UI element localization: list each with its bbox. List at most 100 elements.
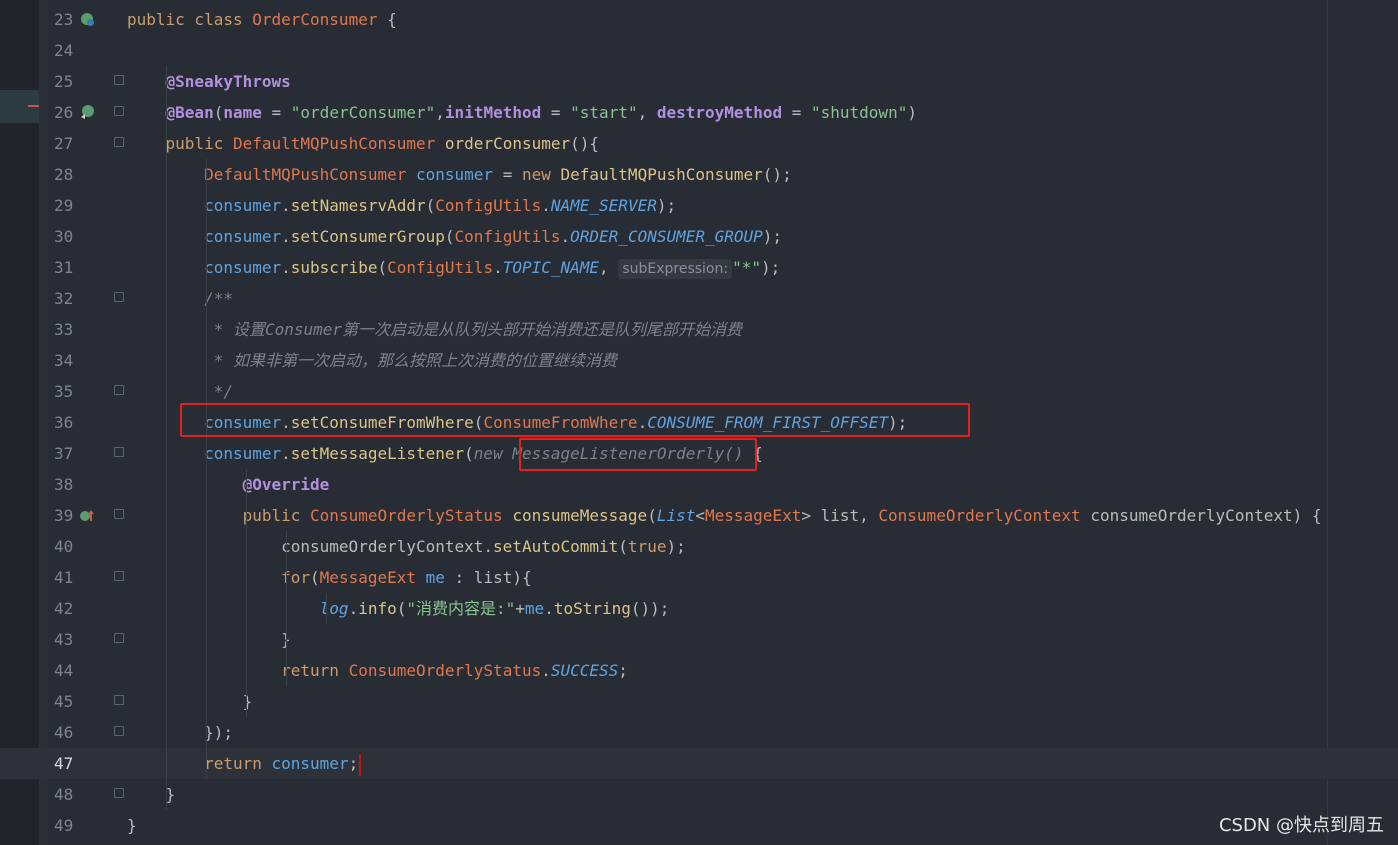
fold-toggle-icon[interactable]: [114, 509, 124, 519]
line-number[interactable]: 48: [48, 779, 84, 810]
line-number[interactable]: 38: [48, 469, 84, 500]
code-line-48[interactable]: 48 }: [0, 779, 1398, 810]
line-number[interactable]: 31: [48, 252, 84, 283]
line-number[interactable]: 43: [48, 624, 84, 655]
code-line-23[interactable]: 23 public class OrderConsumer {: [0, 4, 1398, 35]
code-line-31[interactable]: 31 consumer.subscribe(ConfigUtils.TOPIC_…: [0, 252, 1398, 283]
parameter-hint: subExpression:: [618, 259, 733, 279]
code-text[interactable]: }: [127, 686, 253, 717]
code-line-41[interactable]: 41 for(MessageExt me : list){: [0, 562, 1398, 593]
code-text[interactable]: consumer.setConsumerGroup(ConfigUtils.OR…: [127, 221, 782, 252]
line-number[interactable]: 24: [48, 35, 84, 66]
line-number[interactable]: 49: [48, 810, 84, 841]
fold-toggle-icon[interactable]: [114, 75, 124, 85]
line-number[interactable]: 47: [48, 748, 84, 779]
code-text[interactable]: public class OrderConsumer {: [127, 4, 397, 35]
line-number[interactable]: 44: [48, 655, 84, 686]
line-number[interactable]: 26: [48, 97, 84, 128]
code-line-30[interactable]: 30 consumer.setConsumerGroup(ConfigUtils…: [0, 221, 1398, 252]
code-line-29[interactable]: 29 consumer.setNamesrvAddr(ConfigUtils.N…: [0, 190, 1398, 221]
indent-guide-line: [286, 531, 287, 686]
code-line-34[interactable]: 34 * 如果非第一次启动，那么按照上次消费的位置继续消费: [0, 345, 1398, 376]
fold-toggle-icon[interactable]: [114, 292, 124, 302]
code-line-40[interactable]: 40 consumeOrderlyContext.setAutoCommit(t…: [0, 531, 1398, 562]
code-line-46[interactable]: 46 });: [0, 717, 1398, 748]
code-text[interactable]: }: [127, 624, 291, 655]
indent-guide-line: [166, 66, 167, 810]
line-number[interactable]: 41: [48, 562, 84, 593]
line-number[interactable]: 36: [48, 407, 84, 438]
code-line-45[interactable]: 45 }: [0, 686, 1398, 717]
code-line-49[interactable]: 49}: [0, 810, 1398, 841]
bean-class-icon[interactable]: [80, 12, 95, 27]
line-number[interactable]: 32: [48, 283, 84, 314]
code-text[interactable]: consumer.setNamesrvAddr(ConfigUtils.NAME…: [127, 190, 676, 221]
code-line-43[interactable]: 43 }: [0, 624, 1398, 655]
fold-toggle-icon[interactable]: [114, 385, 124, 395]
code-text[interactable]: log.info("消费内容是:"+me.toString());: [127, 593, 670, 624]
highlight-box-message-listener-orderly: [519, 438, 757, 471]
bean-method-icon[interactable]: [80, 105, 95, 120]
line-number[interactable]: 34: [48, 345, 84, 376]
code-line-26[interactable]: 26 @Bean(name = "orderConsumer",initMeth…: [0, 97, 1398, 128]
fold-toggle-icon[interactable]: [114, 788, 124, 798]
line-number[interactable]: 35: [48, 376, 84, 407]
code-text[interactable]: return ConsumeOrderlyStatus.SUCCESS;: [127, 655, 628, 686]
code-text[interactable]: DefaultMQPushConsumer consumer = new Def…: [127, 159, 792, 190]
code-line-28[interactable]: 28 DefaultMQPushConsumer consumer = new …: [0, 159, 1398, 190]
line-number[interactable]: 37: [48, 438, 84, 469]
fold-toggle-icon[interactable]: [114, 106, 124, 116]
text-caret: [359, 753, 362, 776]
code-text[interactable]: }: [127, 779, 176, 810]
override-method-icon[interactable]: [80, 508, 95, 523]
code-line-27[interactable]: 27 public DefaultMQPushConsumer orderCon…: [0, 128, 1398, 159]
line-number[interactable]: 29: [48, 190, 84, 221]
fold-toggle-icon[interactable]: [114, 571, 124, 581]
code-text[interactable]: return consumer;: [127, 748, 362, 779]
fold-toggle-icon[interactable]: [114, 447, 124, 457]
code-line-32[interactable]: 32 /**: [0, 283, 1398, 314]
line-number[interactable]: 40: [48, 531, 84, 562]
code-line-44[interactable]: 44 return ConsumeOrderlyStatus.SUCCESS;: [0, 655, 1398, 686]
line-number[interactable]: 46: [48, 717, 84, 748]
code-text[interactable]: * 设置Consumer第一次启动是从队列头部开始消费还是队列尾部开始消费: [127, 314, 742, 345]
code-text[interactable]: consumer.subscribe(ConfigUtils.TOPIC_NAM…: [127, 252, 780, 285]
highlight-box-consume-from-where: [180, 403, 970, 437]
code-text[interactable]: for(MessageExt me : list){: [127, 562, 531, 593]
watermark: CSDN @快点到周五: [1218, 815, 1384, 836]
line-number[interactable]: 27: [48, 128, 84, 159]
line-number[interactable]: 39: [48, 500, 84, 531]
line-number[interactable]: 33: [48, 314, 84, 345]
line-number[interactable]: 25: [48, 66, 84, 97]
code-text[interactable]: @Override: [127, 469, 330, 500]
indent-guide-line: [246, 469, 247, 717]
code-text[interactable]: consumeOrderlyContext.setAutoCommit(true…: [127, 531, 686, 562]
code-line-25[interactable]: 25 @SneakyThrows: [0, 66, 1398, 97]
fold-toggle-icon[interactable]: [114, 695, 124, 705]
code-line-39[interactable]: 39 public ConsumeOrderlyStatus consumeMe…: [0, 500, 1398, 531]
code-text[interactable]: }: [127, 810, 137, 841]
fold-toggle-icon[interactable]: [114, 726, 124, 736]
line-number[interactable]: 28: [48, 159, 84, 190]
code-line-24[interactable]: 24: [0, 35, 1398, 66]
fold-toggle-icon[interactable]: [114, 633, 124, 643]
line-number[interactable]: 23: [48, 4, 84, 35]
code-text[interactable]: public DefaultMQPushConsumer orderConsum…: [127, 128, 600, 159]
line-number[interactable]: 30: [48, 221, 84, 252]
code-text[interactable]: public ConsumeOrderlyStatus consumeMessa…: [127, 500, 1322, 531]
code-line-47[interactable]: 47 return consumer;: [0, 748, 1398, 779]
code-line-38[interactable]: 38 @Override: [0, 469, 1398, 500]
code-line-42[interactable]: 42 log.info("消费内容是:"+me.toString());: [0, 593, 1398, 624]
indent-guide-line: [206, 159, 207, 779]
line-number[interactable]: 42: [48, 593, 84, 624]
code-editor[interactable]: 23 public class OrderConsumer { 24 25 @Snea…: [0, 0, 1398, 845]
code-text[interactable]: @Bean(name = "orderConsumer",initMethod …: [127, 97, 917, 128]
line-number[interactable]: 45: [48, 686, 84, 717]
code-line-33[interactable]: 33 * 设置Consumer第一次启动是从队列头部开始消费还是队列尾部开始消费: [0, 314, 1398, 345]
indent-guide-line: [326, 593, 327, 624]
code-text[interactable]: * 如果非第一次启动，那么按照上次消费的位置继续消费: [127, 345, 617, 376]
code-text[interactable]: /**: [127, 283, 233, 314]
code-text[interactable]: });: [127, 717, 233, 748]
fold-toggle-icon[interactable]: [114, 137, 124, 147]
code-text[interactable]: @SneakyThrows: [127, 66, 291, 97]
